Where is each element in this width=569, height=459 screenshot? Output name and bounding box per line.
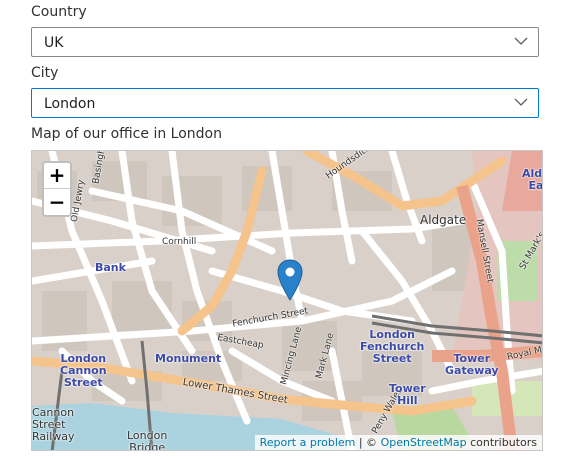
city-label: City bbox=[31, 65, 59, 81]
place-label-aldgate: Aldgate bbox=[420, 213, 467, 227]
map-caption: Map of our office in London bbox=[31, 126, 222, 142]
zoom-in-button[interactable]: + bbox=[44, 163, 70, 189]
chevron-down-icon bbox=[514, 37, 528, 45]
chevron-down-icon bbox=[514, 98, 528, 106]
country-label: Country bbox=[31, 4, 87, 20]
place-label-tower-gateway: Tower Gateway bbox=[445, 352, 499, 377]
place-label-london-fenchurch-street: London Fenchurch Street bbox=[360, 328, 425, 365]
attribution-separator: | © bbox=[358, 436, 378, 449]
city-value: London bbox=[44, 96, 96, 112]
report-problem-link[interactable]: Report a problem bbox=[260, 436, 356, 449]
office-map[interactable]: Cornhill Fenchurch Street Eastcheap Lowe… bbox=[31, 150, 543, 451]
attribution-contributors: contributors bbox=[470, 436, 537, 449]
place-label-tower-hill: Tower Hill bbox=[389, 382, 426, 407]
country-select[interactable]: UK bbox=[31, 27, 539, 57]
country-value: UK bbox=[44, 35, 64, 51]
city-select[interactable]: London bbox=[31, 88, 539, 118]
place-label-monument: Monument bbox=[155, 352, 222, 365]
zoom-out-button[interactable]: − bbox=[44, 189, 70, 215]
map-tiles bbox=[32, 151, 542, 450]
place-label-bank: Bank bbox=[95, 261, 126, 274]
place-label-aldgate-east: Aldg Ea bbox=[522, 167, 543, 192]
openstreetmap-link[interactable]: OpenStreetMap bbox=[381, 436, 467, 449]
map-attribution: Report a problem | © OpenStreetMap contr… bbox=[254, 435, 542, 450]
location-marker-icon[interactable] bbox=[277, 259, 303, 301]
place-label-cannon-street-railway: Cannon Street Railway bbox=[32, 406, 75, 443]
zoom-control: + − bbox=[42, 161, 72, 217]
place-label-london-cannon-street: London Cannon Street bbox=[60, 352, 107, 389]
street-label-cornhill: Cornhill bbox=[162, 237, 197, 247]
place-label-london-bridge: London Bridge bbox=[127, 429, 168, 451]
